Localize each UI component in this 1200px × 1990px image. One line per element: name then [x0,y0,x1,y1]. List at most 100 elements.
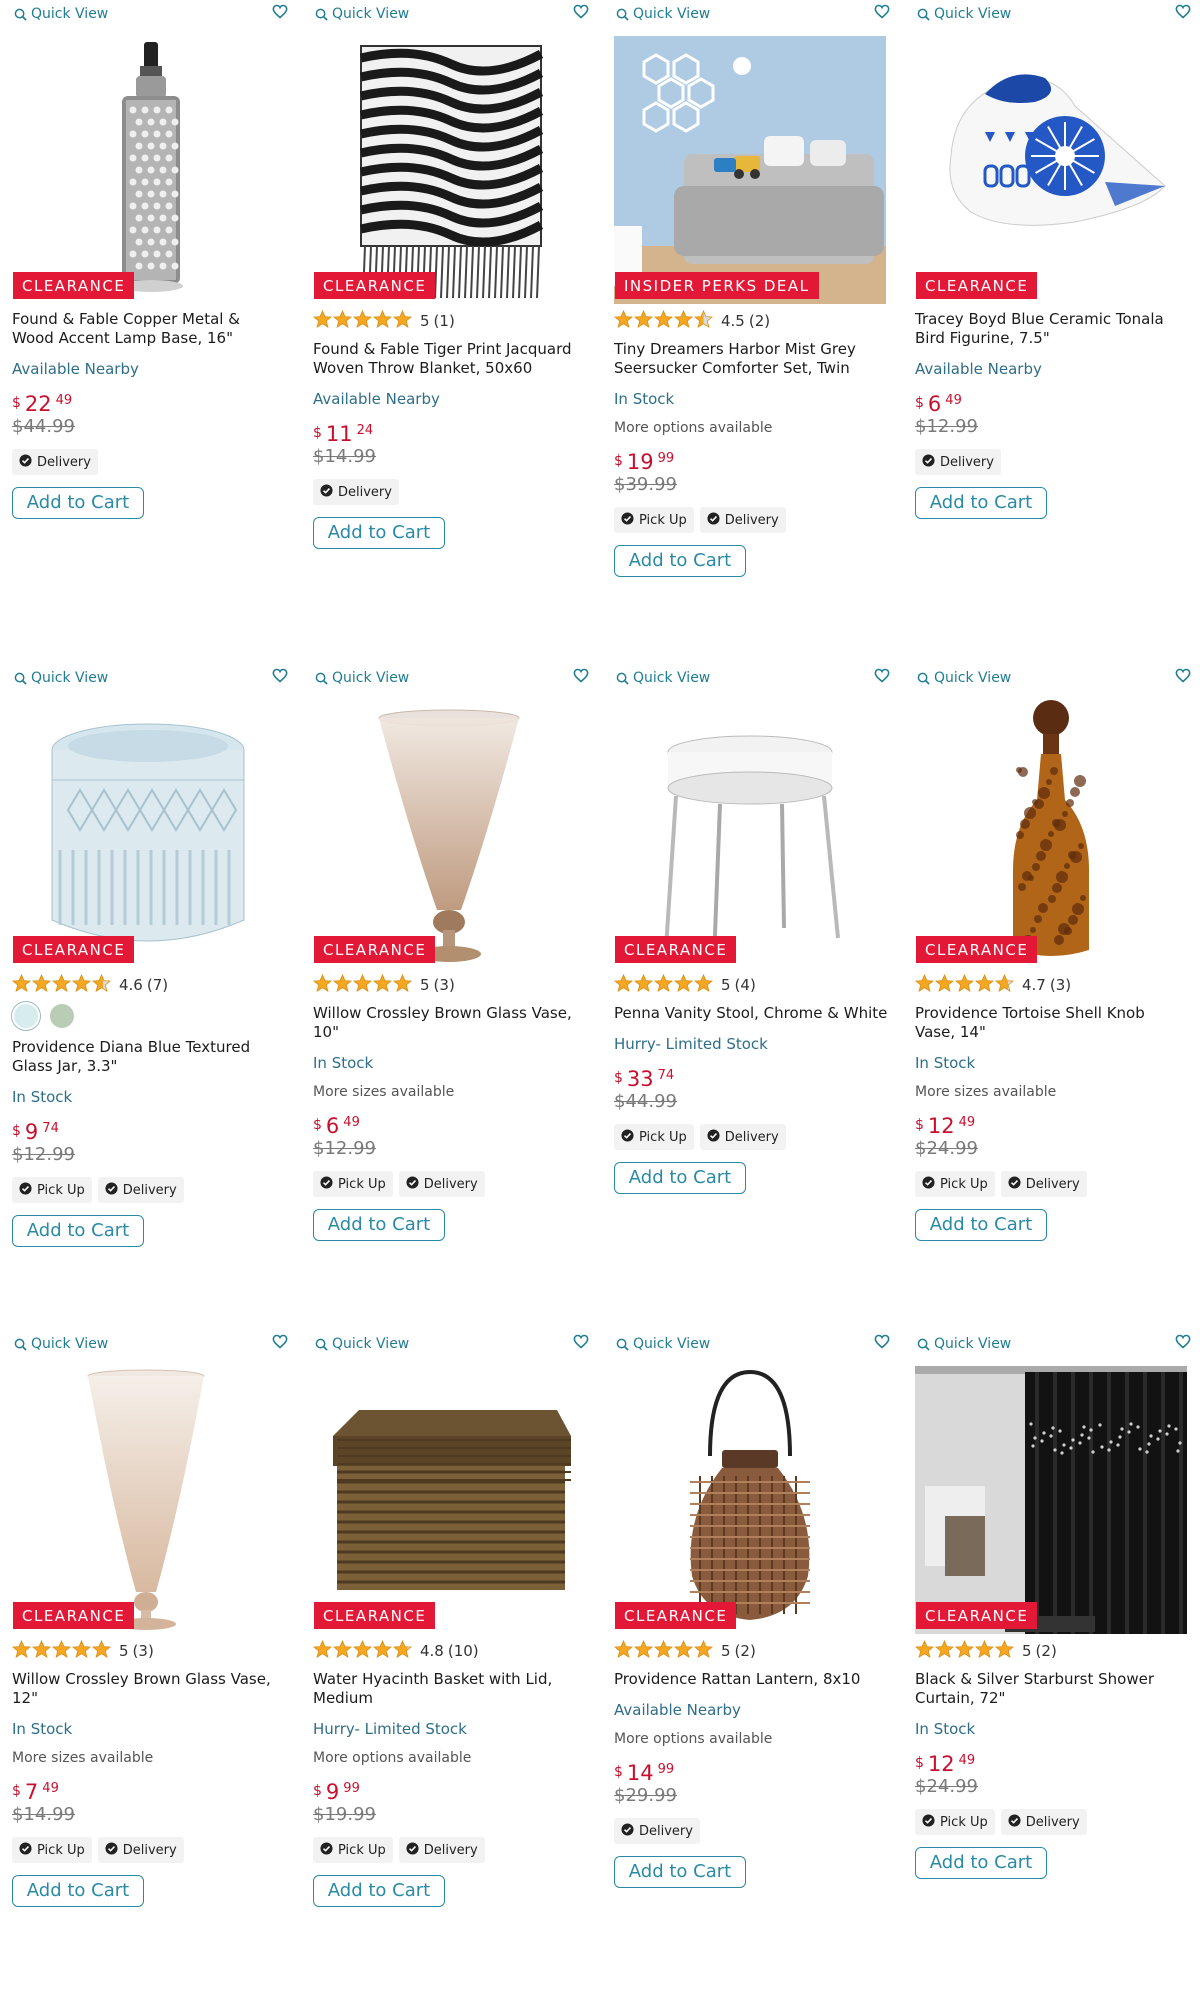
product-title[interactable]: Penna Vanity Stool, Chrome & White [614,1004,894,1023]
product-card[interactable]: Quick View CLEARANCE 4.6 (7) Providence … [11,664,292,1324]
product-title[interactable]: Black & Silver Starburst Shower Curtain,… [915,1670,1195,1708]
quick-view-link[interactable]: Quick View [14,670,108,686]
delivery-chip[interactable]: Delivery [398,1837,485,1863]
add-to-cart-button[interactable]: Add to Cart [12,1875,144,1907]
pickup-chip[interactable]: Pick Up [915,1171,995,1197]
color-swatch[interactable] [14,1004,38,1028]
product-image[interactable] [614,36,886,304]
add-to-cart-button[interactable]: Add to Cart [614,1162,746,1194]
delivery-chip[interactable]: Delivery [915,449,1001,475]
product-rating[interactable]: 4.5 (2) [613,309,894,332]
favorite-heart-icon[interactable] [1175,4,1191,23]
delivery-chip[interactable]: Delivery [97,1177,184,1203]
pickup-chip[interactable]: Pick Up [614,507,694,533]
quick-view-link[interactable]: Quick View [14,6,108,22]
product-card[interactable]: Quick View CLEARANCE 5 (2) Black & Silve… [914,1330,1195,1990]
add-to-cart-button[interactable]: Add to Cart [915,1847,1047,1879]
product-card[interactable]: Quick View CLEARANCE 5 (3) Willow Crossl… [11,1330,292,1990]
product-title[interactable]: Willow Crossley Brown Glass Vase, 10" [313,1004,593,1042]
delivery-chip[interactable]: Delivery [313,479,399,505]
add-to-cart-button[interactable]: Add to Cart [12,1215,144,1247]
add-to-cart-button[interactable]: Add to Cart [313,1209,445,1241]
product-rating[interactable]: 5 (2) [613,1639,894,1662]
favorite-heart-icon[interactable] [272,1334,288,1353]
product-rating[interactable]: 5 (1) [312,309,593,332]
product-image[interactable] [313,700,585,968]
product-card[interactable]: Quick View CLEARANCE 5 (3) Willow Crossl… [312,664,593,1324]
product-rating[interactable]: 4.8 (10) [312,1639,593,1662]
quick-view-link[interactable]: Quick View [616,670,710,686]
add-to-cart-button[interactable]: Add to Cart [915,1209,1047,1241]
product-image[interactable] [12,36,284,304]
product-card[interactable]: Quick View CLEARANCE 5 (4) Penna Vanity … [613,664,894,1324]
favorite-heart-icon[interactable] [573,668,589,687]
product-image[interactable] [12,700,284,968]
quick-view-link[interactable]: Quick View [315,670,409,686]
delivery-chip[interactable]: Delivery [97,1837,184,1863]
product-card[interactable]: Quick View CLEARANCE Tracey Boyd Blue Ce… [915,0,1195,660]
product-title[interactable]: Providence Diana Blue Textured Glass Jar… [12,1038,292,1076]
product-title[interactable]: Providence Rattan Lantern, 8x10 [614,1670,894,1689]
add-to-cart-button[interactable]: Add to Cart [12,487,144,519]
color-swatch[interactable] [50,1004,74,1028]
product-image[interactable] [614,700,886,968]
product-card[interactable]: Quick View CLEARANCE 5 (2) Providence Ra… [613,1330,894,1990]
product-card[interactable]: Quick View CLEARANCE 4.7 (3) Providence … [914,664,1195,1324]
product-image[interactable] [915,36,1187,304]
product-title[interactable]: Tiny Dreamers Harbor Mist Grey Seersucke… [614,340,894,378]
quick-view-link[interactable]: Quick View [917,6,1011,22]
delivery-chip[interactable]: Delivery [614,1818,700,1844]
product-rating[interactable]: 5 (3) [11,1639,292,1662]
product-card[interactable]: Quick View CLEARANCE 4.8 (10) Water Hyac… [312,1330,593,1990]
product-rating[interactable]: 4.6 (7) [11,973,292,996]
quick-view-link[interactable]: Quick View [917,670,1011,686]
quick-view-link[interactable]: Quick View [917,1336,1011,1352]
product-card[interactable]: Quick View CLEARANCE Found & Fable Coppe… [12,0,292,660]
favorite-heart-icon[interactable] [874,4,890,23]
delivery-chip[interactable]: Delivery [12,449,98,475]
add-to-cart-button[interactable]: Add to Cart [915,487,1047,519]
pickup-chip[interactable]: Pick Up [313,1171,393,1197]
pickup-chip[interactable]: Pick Up [12,1177,92,1203]
delivery-chip[interactable]: Delivery [1000,1809,1087,1835]
product-image[interactable] [313,1366,585,1634]
favorite-heart-icon[interactable] [272,668,288,687]
product-image[interactable] [313,36,585,304]
pickup-chip[interactable]: Pick Up [313,1837,393,1863]
quick-view-link[interactable]: Quick View [14,1336,108,1352]
product-image[interactable] [614,1366,886,1634]
product-image[interactable] [915,1366,1187,1634]
add-to-cart-button[interactable]: Add to Cart [614,1856,746,1888]
favorite-heart-icon[interactable] [1175,1334,1191,1353]
add-to-cart-button[interactable]: Add to Cart [313,517,445,549]
product-title[interactable]: Found & Fable Tiger Print Jacquard Woven… [313,340,593,378]
product-image[interactable] [915,700,1187,968]
product-title[interactable]: Willow Crossley Brown Glass Vase, 12" [12,1670,292,1708]
delivery-chip[interactable]: Delivery [1000,1171,1087,1197]
product-rating[interactable]: 4.7 (3) [914,973,1195,996]
quick-view-link[interactable]: Quick View [616,1336,710,1352]
delivery-chip[interactable]: Delivery [699,1124,786,1150]
product-title[interactable]: Found & Fable Copper Metal & Wood Accent… [12,310,292,348]
favorite-heart-icon[interactable] [874,668,890,687]
delivery-chip[interactable]: Delivery [699,507,786,533]
product-title[interactable]: Water Hyacinth Basket with Lid, Medium [313,1670,593,1708]
add-to-cart-button[interactable]: Add to Cart [313,1875,445,1907]
product-rating[interactable]: 5 (3) [312,973,593,996]
product-card[interactable]: Quick View INSIDER PERKS DEAL 4.5 (2) Ti… [613,0,894,660]
favorite-heart-icon[interactable] [573,1334,589,1353]
product-title[interactable]: Tracey Boyd Blue Ceramic Tonala Bird Fig… [915,310,1195,348]
pickup-chip[interactable]: Pick Up [614,1124,694,1150]
quick-view-link[interactable]: Quick View [315,6,409,22]
pickup-chip[interactable]: Pick Up [12,1837,92,1863]
favorite-heart-icon[interactable] [573,4,589,23]
product-card[interactable]: Quick View CLEARANCE 5 (1) Found & Fable… [312,0,593,660]
favorite-heart-icon[interactable] [874,1334,890,1353]
quick-view-link[interactable]: Quick View [616,6,710,22]
quick-view-link[interactable]: Quick View [315,1336,409,1352]
product-image[interactable] [12,1366,284,1634]
product-rating[interactable]: 5 (2) [914,1639,1195,1662]
pickup-chip[interactable]: Pick Up [915,1809,995,1835]
favorite-heart-icon[interactable] [1175,668,1191,687]
delivery-chip[interactable]: Delivery [398,1171,485,1197]
